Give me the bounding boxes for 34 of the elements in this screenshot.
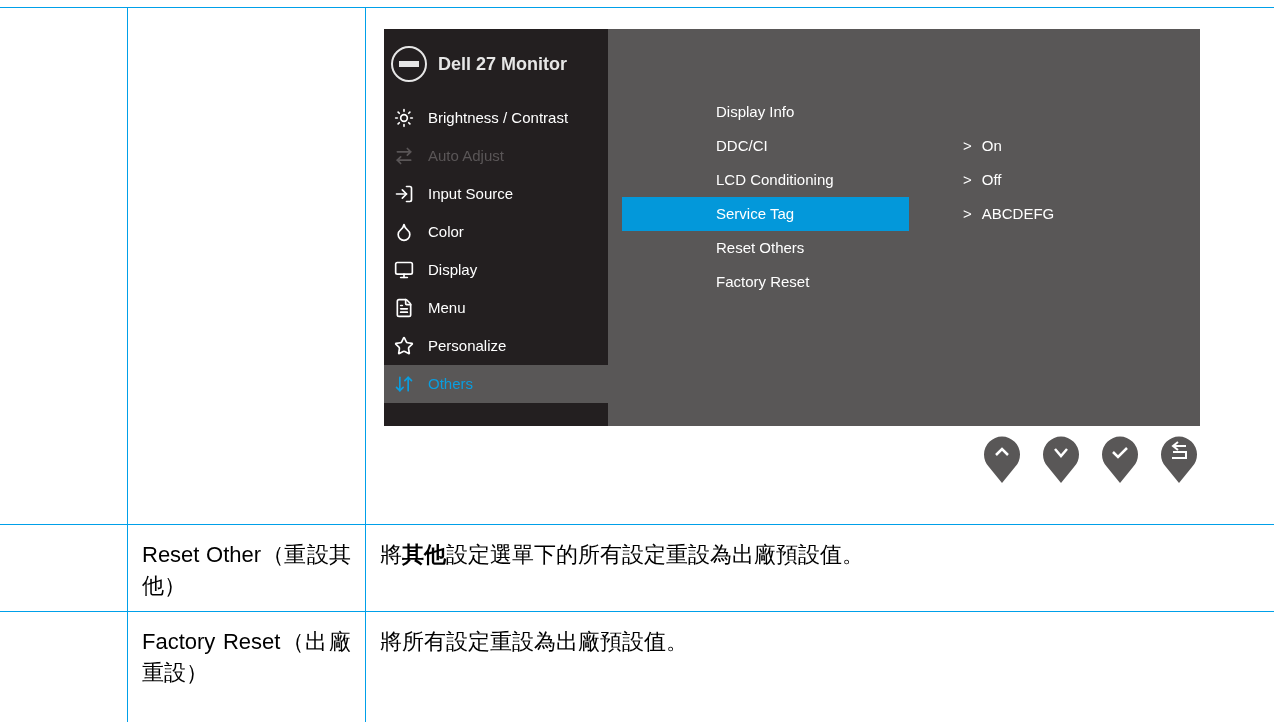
- osd-menu-item[interactable]: Menu: [384, 289, 608, 327]
- arrows-icon: [394, 146, 414, 166]
- osd-title: Dell 27 Monitor: [438, 52, 567, 76]
- osd-menu-item[interactable]: Display: [384, 251, 608, 289]
- setting-value: On: [981, 135, 1002, 156]
- document-icon: [394, 298, 414, 318]
- caret-icon: >: [963, 134, 972, 158]
- enter-icon: [394, 184, 414, 204]
- osd-submenu-item[interactable]: DDC/CI: [622, 129, 909, 163]
- osd-submenu-item[interactable]: Display Info: [622, 95, 909, 129]
- osd-submenu-item[interactable]: Factory Reset: [622, 265, 909, 299]
- monitor-icon: [394, 260, 414, 280]
- setting-name: Factory Reset（出廠重設）: [142, 628, 351, 687]
- star-icon: [394, 336, 414, 356]
- caret-icon: >: [963, 168, 972, 192]
- osd-menu-item[interactable]: Personalize: [384, 327, 608, 365]
- setting-description: 將其他設定選單下的所有設定重設為出廠預設值。: [380, 542, 864, 567]
- setting-value: Off: [981, 169, 1002, 190]
- up-button[interactable]: [983, 434, 1021, 484]
- down-button[interactable]: [1042, 434, 1080, 484]
- osd-submenu-item[interactable]: Reset Others: [622, 231, 909, 265]
- osd-menu-item[interactable]: Color: [384, 213, 608, 251]
- confirm-button[interactable]: [1101, 434, 1139, 484]
- sun-icon: [394, 108, 414, 128]
- droplet-icon: [394, 222, 414, 242]
- logo-icon: [390, 45, 428, 83]
- back-button[interactable]: [1160, 434, 1198, 484]
- setting-value: ABCDEFG: [981, 203, 1055, 224]
- caret-icon: >: [963, 202, 972, 226]
- osd-submenu-item[interactable]: LCD Conditioning: [622, 163, 909, 197]
- osd-menu-item[interactable]: Input Source: [384, 175, 608, 213]
- osd-menu-item[interactable]: Brightness / Contrast: [384, 99, 608, 137]
- setting-name: Reset Other（重設其他）: [142, 541, 351, 600]
- setting-description: 將所有設定重設為出廠預設值。: [380, 629, 688, 654]
